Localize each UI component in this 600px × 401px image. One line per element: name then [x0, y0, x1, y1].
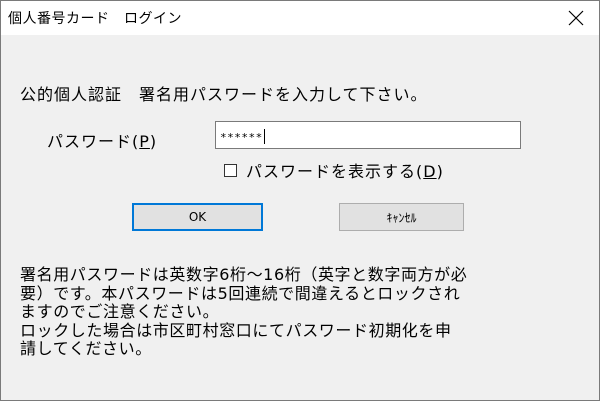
notice-line: ロックした場合は市区町村窓口にてパスワード初期化を申 — [20, 320, 452, 340]
password-label-prefix: パスワード( — [47, 132, 140, 151]
password-notice: 署名用パスワードは英数字6桁～16桁（英字と数字両方が必 要）です。本パスワード… — [20, 265, 585, 359]
show-password-label: パスワードを表示する(D) — [246, 158, 444, 182]
password-label-suffix: ) — [149, 132, 158, 151]
close-button[interactable] — [553, 1, 599, 35]
login-dialog: 個人番号カード ログイン 公的個人認証 署名用パスワードを入力して下さい。 パス… — [0, 0, 600, 401]
title-bar: 個人番号カード ログイン — [1, 1, 599, 35]
close-icon — [568, 10, 584, 26]
notice-line: 要）です。本パスワードは5回連続で間違えるとロックされ — [20, 283, 461, 303]
cancel-button[interactable]: ｷｬﾝｾﾙ — [339, 203, 464, 231]
show-password-checkbox[interactable] — [224, 163, 237, 177]
show-password-key: D — [423, 162, 437, 181]
password-label: パスワード(P) — [47, 128, 157, 152]
show-password-option[interactable]: パスワードを表示する(D) — [224, 159, 444, 181]
password-value: ****** — [220, 131, 263, 144]
instruction-text: 公的個人認証 署名用パスワードを入力して下さい。 — [20, 85, 428, 104]
password-input[interactable]: ****** — [215, 121, 521, 149]
window-title: 個人番号カード ログイン — [8, 11, 182, 27]
show-password-label-prefix: パスワードを表示する( — [246, 162, 424, 181]
notice-line: 署名用パスワードは英数字6桁～16桁（英字と数字両方が必 — [20, 265, 468, 284]
ok-button[interactable]: OK — [132, 203, 263, 231]
notice-line: ますのでご注意ください。 — [20, 302, 220, 321]
text-caret — [263, 129, 265, 144]
password-label-key: P — [139, 132, 150, 151]
show-password-label-suffix: ) — [436, 162, 444, 181]
notice-line: 請してください。 — [20, 339, 152, 358]
